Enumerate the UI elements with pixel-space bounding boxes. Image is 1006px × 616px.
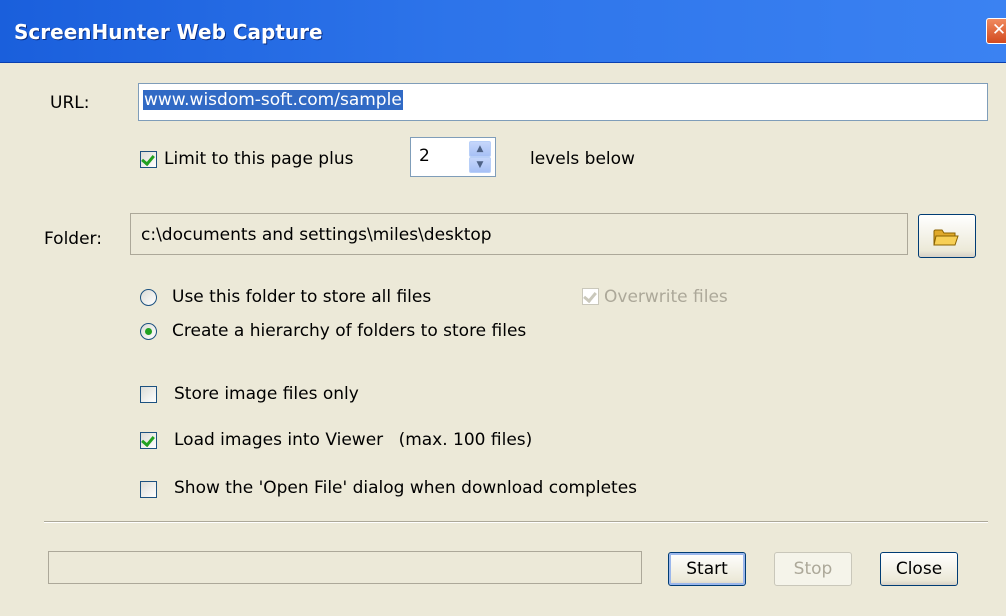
limit-checkbox[interactable] [140,151,157,168]
browse-folder-button[interactable] [918,214,976,258]
start-button[interactable]: Start [668,552,746,586]
progress-bar [48,551,642,584]
load-viewer-label: Load images into Viewer (max. 100 files) [174,430,532,450]
dialog-body: URL: www.wisdom-soft.com/sample Limit to… [0,63,1006,616]
window-title: ScreenHunter Web Capture [14,20,323,44]
load-viewer-text: Load images into Viewer [174,430,384,450]
load-viewer-note: (max. 100 files) [398,430,533,450]
hierarchy-folder-radio[interactable] [140,323,157,340]
url-value: www.wisdom-soft.com/sample [143,90,403,110]
hierarchy-folder-label: Create a hierarchy of folders to store f… [172,321,527,341]
levels-suffix-label: levels below [530,149,635,169]
folder-path-value: c:\documents and settings\miles\desktop [141,225,492,245]
open-file-checkbox[interactable] [140,481,157,498]
radio-selected-dot [145,328,152,335]
images-only-label: Store image files only [174,384,359,404]
single-folder-radio[interactable] [140,289,157,306]
folder-label: Folder: [44,229,102,249]
levels-spinner[interactable]: 2 ▲ ▼ [410,137,496,177]
spin-down-icon[interactable]: ▼ [469,157,491,173]
overwrite-checkbox[interactable] [582,288,599,305]
load-viewer-checkbox[interactable] [140,432,157,449]
checkmark-icon [141,151,155,167]
limit-label: Limit to this page plus [164,149,354,169]
images-only-checkbox[interactable] [140,386,157,403]
checkmark-icon [583,288,597,304]
window-close-button[interactable]: ✕ [986,18,1006,44]
folder-path-field[interactable]: c:\documents and settings\miles\desktop [130,213,908,255]
url-label: URL: [50,93,90,113]
checkmark-icon [141,432,155,448]
close-button[interactable]: Close [880,552,958,586]
folder-icon [933,229,959,246]
title-bar[interactable]: ScreenHunter Web Capture ✕ [0,0,1006,63]
open-file-label: Show the 'Open File' dialog when downloa… [174,478,638,498]
separator-highlight [44,522,988,523]
spin-up-icon[interactable]: ▲ [469,141,491,157]
single-folder-label: Use this folder to store all files [172,287,432,307]
url-input[interactable]: www.wisdom-soft.com/sample [138,83,988,121]
stop-button[interactable]: Stop [774,552,852,586]
overwrite-label: Overwrite files [604,287,728,307]
levels-value: 2 [419,146,430,166]
